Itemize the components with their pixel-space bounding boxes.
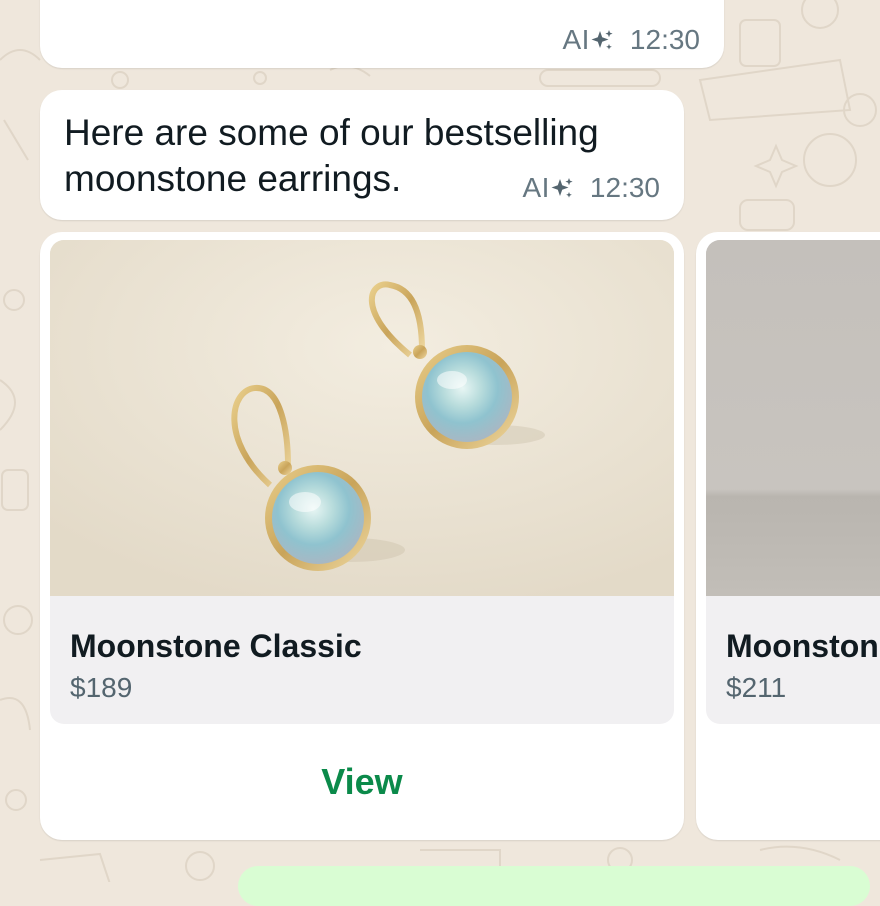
product-name: Moonstone Classic [70, 628, 362, 664]
product-image [706, 240, 880, 596]
product-image-earrings [50, 240, 674, 596]
outgoing-message-bubble [238, 866, 870, 906]
ai-sparkle-icon [550, 176, 574, 200]
ai-label: AI [562, 24, 590, 55]
previous-message-meta: AI 12:30 [562, 24, 700, 56]
ai-sparkle-icon [590, 28, 614, 52]
message-time: 12:30 [629, 24, 700, 55]
product-price: $211 [726, 672, 787, 703]
ai-label: AI [522, 172, 550, 203]
message-meta: AI 12:30 [522, 172, 660, 204]
previous-message-bubble: AI 12:30 [40, 0, 724, 68]
product-price: $189 [70, 672, 133, 703]
product-card[interactable]: Moonstone Classic $189 View [40, 232, 684, 840]
message-bubble: Here are some of our bestselling moonsto… [40, 90, 684, 220]
product-tile[interactable]: Moonstone Classic $189 [50, 240, 674, 724]
product-card[interactable]: Moonston $211 [696, 232, 880, 840]
product-tile[interactable]: Moonston $211 [706, 240, 880, 724]
view-button[interactable]: View [40, 732, 684, 832]
product-name: Moonston [726, 628, 879, 664]
message-time: 12:30 [589, 172, 660, 203]
